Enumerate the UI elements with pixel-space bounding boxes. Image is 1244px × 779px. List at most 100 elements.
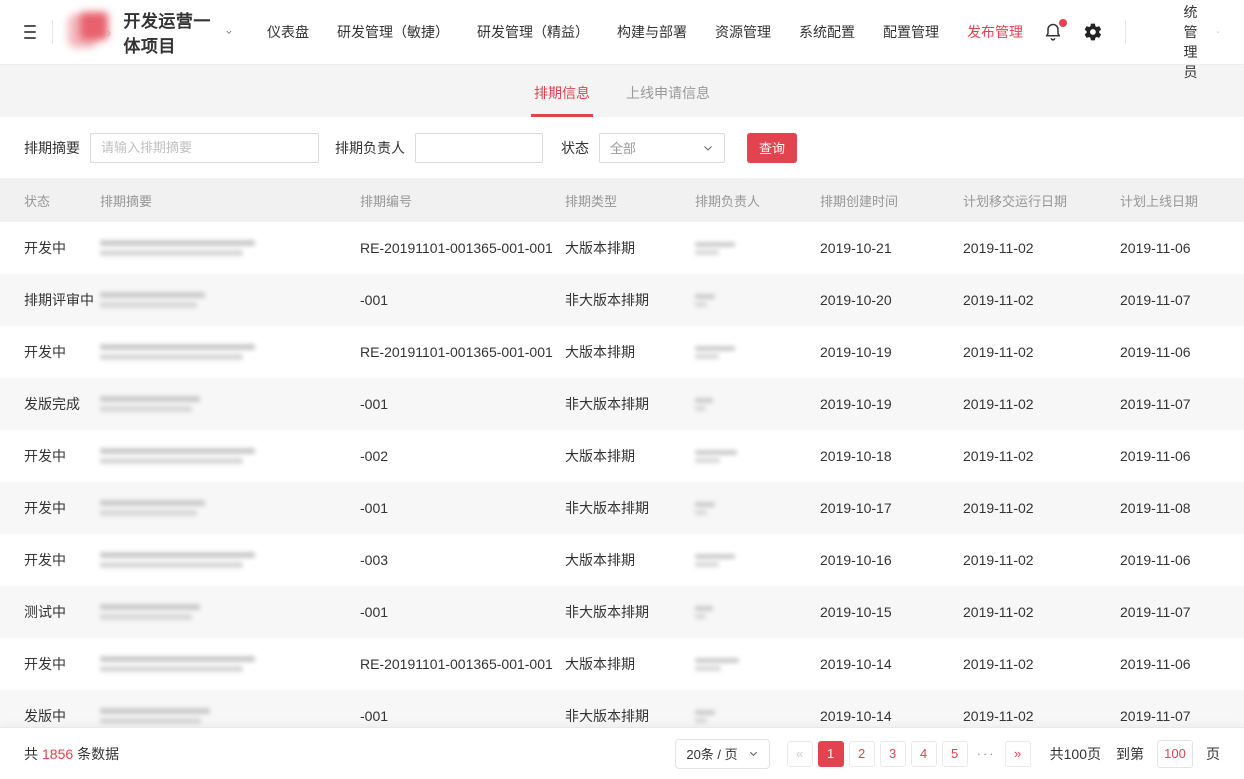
- schedule-type-cell: 大版本排期: [565, 550, 695, 570]
- schedule-number-cell: RE-20191101-001365-001-001: [360, 240, 565, 256]
- next-page-button[interactable]: »: [1005, 741, 1031, 767]
- page-button[interactable]: 5: [942, 741, 968, 767]
- table-row[interactable]: 开发中 -002 大版本排期 2019-10-18 2019-11-02 201…: [0, 430, 1244, 482]
- project-switch-chevron-icon[interactable]: [225, 26, 233, 38]
- summary-cell-redacted: [100, 392, 360, 416]
- nav-item[interactable]: 系统配置: [799, 22, 855, 42]
- column-header: 排期编号: [360, 191, 565, 210]
- handover-date-cell: 2019-11-02: [963, 396, 1120, 412]
- handover-date-cell: 2019-11-02: [963, 500, 1120, 516]
- page-size-value: 20条 / 页: [686, 744, 737, 763]
- handover-date-cell: 2019-11-02: [963, 708, 1120, 724]
- page-button[interactable]: 3: [880, 741, 906, 767]
- tab-schedule-info[interactable]: 排期信息: [534, 83, 590, 117]
- schedule-type-cell: 非大版本排期: [565, 394, 695, 414]
- table-row[interactable]: 排期评审中 -001 非大版本排期 2019-10-20 2019-11-02 …: [0, 274, 1244, 326]
- user-chevron-down-icon: [1216, 26, 1220, 38]
- owner-filter-input[interactable]: [415, 133, 543, 163]
- launch-date-cell: 2019-11-06: [1120, 552, 1244, 568]
- summary-cell-redacted: [100, 288, 360, 312]
- column-header: 排期创建时间: [820, 191, 963, 210]
- created-date-cell: 2019-10-15: [820, 604, 963, 620]
- nav-item[interactable]: 研发管理（敏捷）: [337, 22, 449, 42]
- summary-cell-redacted: [100, 548, 360, 572]
- table-row[interactable]: 开发中 -003 大版本排期 2019-10-16 2019-11-02 201…: [0, 534, 1244, 586]
- column-header: 计划移交运行日期: [963, 191, 1120, 210]
- total-pages-text: 共100页: [1050, 744, 1101, 764]
- status-cell: 开发中: [24, 654, 100, 674]
- column-header: 排期类型: [565, 191, 695, 210]
- launch-date-cell: 2019-11-06: [1120, 448, 1244, 464]
- owner-filter-label: 排期负责人: [335, 138, 405, 158]
- goto-page-suffix: 页: [1206, 744, 1220, 764]
- handover-date-cell: 2019-11-02: [963, 656, 1120, 672]
- nav-item[interactable]: 发布管理: [967, 22, 1023, 42]
- schedule-number-cell: -001: [360, 604, 565, 620]
- header-right: 系统管理员: [1023, 0, 1220, 82]
- schedule-type-cell: 非大版本排期: [565, 602, 695, 622]
- launch-date-cell: 2019-11-06: [1120, 240, 1244, 256]
- summary-cell-redacted: [100, 236, 360, 260]
- page-button[interactable]: 1: [818, 741, 844, 767]
- prev-page-button[interactable]: «: [787, 741, 813, 767]
- page-size-select[interactable]: 20条 / 页: [675, 739, 769, 769]
- created-date-cell: 2019-10-18: [820, 448, 963, 464]
- owner-cell-redacted: [695, 551, 820, 570]
- nav-item[interactable]: 研发管理（精益）: [477, 22, 589, 42]
- query-button[interactable]: 查询: [747, 133, 797, 163]
- notification-badge: [1059, 19, 1067, 27]
- divider: [52, 20, 53, 44]
- launch-date-cell: 2019-11-07: [1120, 396, 1244, 412]
- tab-launch-application-info[interactable]: 上线申请信息: [626, 83, 710, 117]
- table-row[interactable]: 测试中 -001 非大版本排期 2019-10-15 2019-11-02 20…: [0, 586, 1244, 638]
- owner-cell-redacted: [695, 239, 820, 258]
- table-row[interactable]: 开发中 RE-20191101-001365-001-001 大版本排期 201…: [0, 326, 1244, 378]
- goto-page-input[interactable]: [1157, 740, 1193, 768]
- schedule-number-cell: -001: [360, 500, 565, 516]
- schedule-type-cell: 非大版本排期: [565, 706, 695, 726]
- status-filter-select[interactable]: 全部: [599, 133, 725, 163]
- schedule-type-cell: 非大版本排期: [565, 498, 695, 518]
- select-chevron-down-icon: [702, 142, 714, 154]
- column-header: 排期摘要: [100, 191, 360, 210]
- status-cell: 开发中: [24, 446, 100, 466]
- column-header: 状态: [24, 191, 100, 210]
- table-row[interactable]: 开发中 RE-20191101-001365-001-001 大版本排期 201…: [0, 638, 1244, 690]
- created-date-cell: 2019-10-20: [820, 292, 963, 308]
- handover-date-cell: 2019-11-02: [963, 604, 1120, 620]
- schedule-number-cell: -001: [360, 708, 565, 724]
- hamburger-menu-icon[interactable]: [24, 25, 36, 39]
- page-ellipsis: ···: [973, 746, 1000, 761]
- owner-cell-redacted: [695, 707, 820, 726]
- notification-bell-icon[interactable]: [1043, 22, 1063, 42]
- footer: 共1856条数据 20条 / 页 « 12345 ··· » 共100页 到第 …: [0, 727, 1244, 779]
- page-button[interactable]: 4: [911, 741, 937, 767]
- nav-item[interactable]: 资源管理: [715, 22, 771, 42]
- table-header: 状态排期摘要排期编号排期类型排期负责人排期创建时间计划移交运行日期计划上线日期: [0, 178, 1244, 222]
- handover-date-cell: 2019-11-02: [963, 240, 1120, 256]
- summary-filter-input[interactable]: [90, 133, 319, 163]
- table-row[interactable]: 发版完成 -001 非大版本排期 2019-10-19 2019-11-02 2…: [0, 378, 1244, 430]
- launch-date-cell: 2019-11-07: [1120, 708, 1244, 724]
- schedule-type-cell: 非大版本排期: [565, 290, 695, 310]
- owner-cell-redacted: [695, 447, 820, 466]
- table-row[interactable]: 发版中 -001 非大版本排期 2019-10-14 2019-11-02 20…: [0, 690, 1244, 727]
- nav-item[interactable]: 构建与部署: [617, 22, 687, 42]
- goto-page-label: 到第: [1116, 744, 1144, 764]
- status-cell: 开发中: [24, 238, 100, 258]
- user-menu[interactable]: 系统管理员: [1160, 0, 1220, 82]
- schedule-number-cell: RE-20191101-001365-001-001: [360, 656, 565, 672]
- nav-item[interactable]: 仪表盘: [267, 22, 309, 42]
- owner-cell-redacted: [695, 291, 820, 310]
- page-button[interactable]: 2: [849, 741, 875, 767]
- settings-gear-icon[interactable]: [1083, 22, 1103, 42]
- table-row[interactable]: 开发中 RE-20191101-001365-001-001 大版本排期 201…: [0, 222, 1244, 274]
- column-header: 排期负责人: [695, 191, 820, 210]
- table-row[interactable]: 开发中 -001 非大版本排期 2019-10-17 2019-11-02 20…: [0, 482, 1244, 534]
- nav-item[interactable]: 配置管理: [883, 22, 939, 42]
- summary-cell-redacted: [100, 444, 360, 468]
- launch-date-cell: 2019-11-07: [1120, 604, 1244, 620]
- owner-cell-redacted: [695, 603, 820, 622]
- summary-cell-redacted: [100, 704, 360, 727]
- owner-cell-redacted: [695, 395, 820, 414]
